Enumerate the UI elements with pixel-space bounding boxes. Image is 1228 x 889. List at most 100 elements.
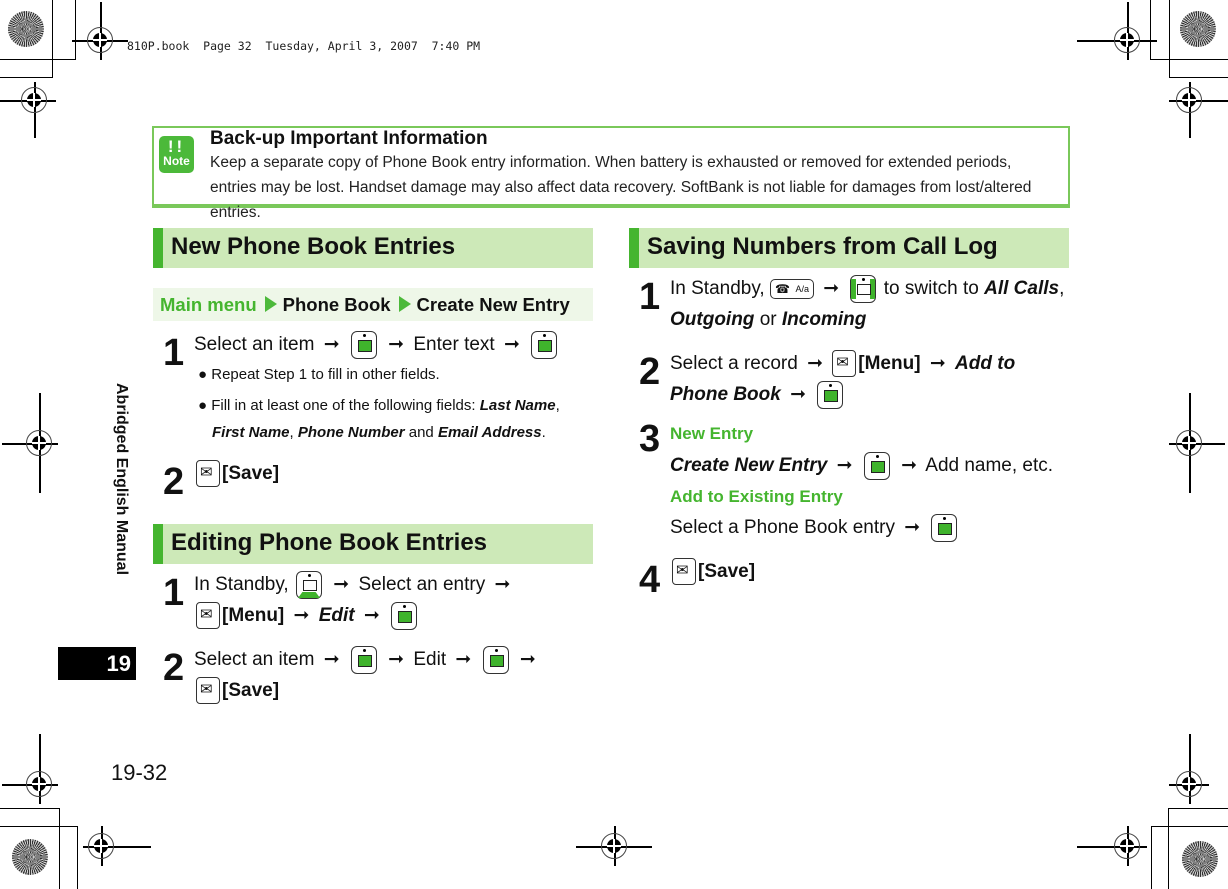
bullet-item: ● Fill in at least one of the following … (198, 397, 560, 414)
arrow-icon: ➞ (836, 455, 853, 476)
mail-key-icon (196, 602, 220, 630)
field-name: Last Name (479, 397, 556, 414)
note-icon-label: Note (163, 154, 190, 168)
mail-key-icon (196, 460, 220, 488)
step-text: Select a record ➞ [Menu] ➞ Add to (670, 348, 1015, 379)
call-key-icon: A/a (770, 278, 814, 299)
step-text: Phone Book ➞ (670, 379, 845, 410)
bullet-continuation: First Name, Phone Number and Email Addre… (212, 424, 546, 441)
step-number: 1 (639, 276, 661, 318)
step-number: 2 (639, 351, 661, 393)
arrow-icon: ➞ (323, 334, 340, 355)
bullet-item: ● Repeat Step 1 to fill in other fields. (198, 366, 440, 383)
section-title-new-entries: New Phone Book Entries (153, 228, 593, 268)
menu-option: Outgoing (670, 309, 755, 330)
note-body: Keep a separate copy of Phone Book entry… (210, 154, 1032, 221)
step-number: 2 (163, 647, 185, 689)
step-text: Select a Phone Book entry ➞ (670, 512, 959, 543)
breadcrumb-item: Main menu (160, 294, 257, 315)
arrow-icon: ➞ (519, 649, 536, 670)
menu-option: Incoming (781, 309, 867, 330)
step-text: In Standby, A/a ➞ to switch to All Calls… (670, 273, 1064, 304)
step-text-part: Select an item (194, 334, 315, 355)
softkey-label: [Save] (222, 463, 280, 484)
menu-option: All Calls (984, 278, 1060, 299)
arrow-icon: ➞ (929, 353, 946, 374)
step-text: In Standby, ➞ Select an entry ➞ (194, 569, 514, 600)
nav-key-down-icon (296, 570, 322, 599)
mail-key-icon (832, 350, 857, 378)
menu-option: Create New Entry (670, 455, 828, 476)
center-key-icon (931, 513, 958, 542)
section-title-call-log: Saving Numbers from Call Log (629, 228, 1069, 268)
print-header: 810P.book Page 32 Tuesday, April 3, 2007… (127, 39, 481, 53)
step-text: [Save] (196, 458, 279, 489)
center-key-icon (863, 451, 890, 480)
step-number: 2 (163, 461, 185, 503)
step-text-part: Select a record (670, 353, 798, 374)
step-text-part: Select a Phone Book entry (670, 517, 895, 538)
triangle-right-icon (398, 296, 411, 312)
manual-label: Abridged English Manual (113, 383, 130, 576)
triangle-right-icon (264, 296, 277, 312)
step-text: Outgoing or Incoming (670, 304, 866, 335)
arrow-icon: ➞ (807, 353, 823, 374)
softkey-label: [Save] (698, 561, 756, 582)
option-heading: Add to Existing Entry (670, 487, 843, 506)
field-name: First Name (212, 424, 290, 441)
arrow-icon: ➞ (823, 278, 840, 299)
option-heading: New Entry (670, 424, 754, 443)
step-text: [Menu] ➞ Edit ➞ (196, 600, 419, 631)
step-text: [Save] (672, 556, 755, 587)
arrow-icon: ➞ (363, 605, 380, 626)
mail-key-icon (672, 558, 696, 586)
bullet-text: Fill in at least one of the following fi… (211, 397, 480, 414)
step-text-part: Select an item (194, 649, 315, 670)
arrow-icon: ➞ (323, 649, 340, 670)
step-text-part: Select an entry (358, 574, 486, 595)
arrow-icon: ➞ (901, 455, 918, 476)
note-box: !! Note Back-up Important Information Ke… (152, 126, 1070, 221)
color-target-icon (12, 839, 48, 875)
breadcrumb-item: Create New Entry (416, 294, 570, 315)
color-target-icon (1180, 11, 1216, 47)
field-name: Email Address (437, 424, 542, 441)
step-text: Create New Entry ➞ ➞ Add name, etc. (670, 450, 1053, 481)
field-name: Phone Number (297, 424, 405, 441)
arrow-icon: ➞ (503, 334, 520, 355)
mail-key-icon (196, 677, 220, 705)
step-text-part: Add name, etc. (925, 455, 1054, 476)
step-number: 1 (163, 332, 185, 374)
step-number: 4 (639, 559, 661, 601)
softkey-label: [Menu] (858, 353, 921, 374)
softkey-label: [Save] (222, 680, 280, 701)
menu-option: Add to (955, 353, 1016, 374)
center-key-icon (531, 330, 558, 359)
page-number: 19-32 (111, 760, 168, 785)
breadcrumb: Main menu Phone Book Create New Entry (153, 288, 593, 321)
nav-key-left-right-icon (850, 274, 877, 303)
step-text-part: Edit (413, 649, 447, 670)
center-key-icon (817, 380, 844, 409)
section-title-editing: Editing Phone Book Entries (153, 524, 593, 564)
step-text-part: to switch to (883, 278, 979, 299)
arrow-icon: ➞ (333, 574, 350, 595)
arrow-icon: ➞ (904, 517, 921, 538)
step-text: Select an item ➞ ➞ Edit ➞ ➞ (194, 644, 540, 675)
step-text: [Save] (196, 675, 279, 706)
center-key-icon (482, 645, 509, 674)
step-number: 1 (163, 572, 185, 614)
note-icon: !! Note (159, 136, 194, 173)
step-text-part: or (759, 309, 777, 330)
center-key-icon (350, 645, 377, 674)
color-target-icon (8, 11, 44, 47)
bullet-text: and (404, 424, 438, 441)
bullet-text: Repeat Step 1 to fill in other fields. (211, 366, 440, 383)
center-key-icon (391, 601, 418, 630)
step-text-part: Enter text (413, 334, 495, 355)
center-key-icon (350, 330, 377, 359)
step-number: 3 (639, 418, 661, 460)
step-text-part: In Standby, (194, 574, 289, 595)
chapter-tab: 19 (58, 647, 136, 680)
arrow-icon: ➞ (790, 384, 807, 405)
